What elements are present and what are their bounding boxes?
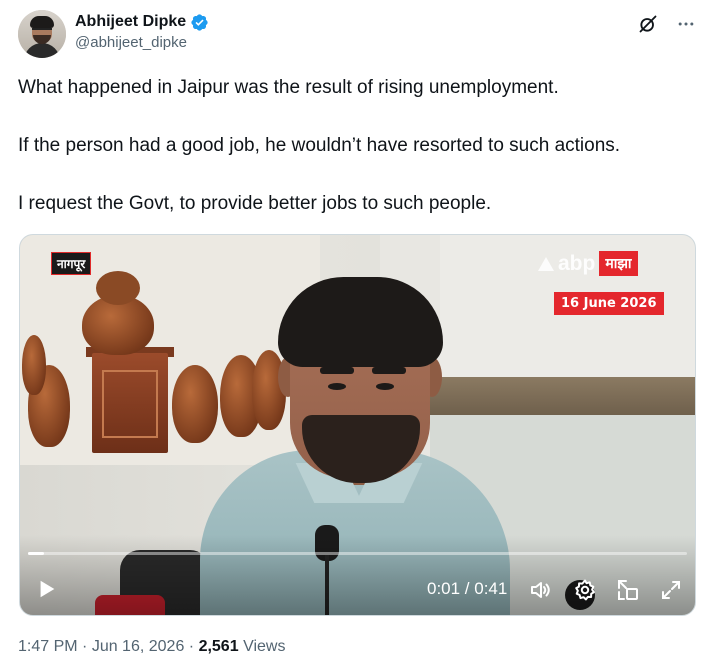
author-block: Abhijeet Dipke @abhijeet_dipke	[75, 11, 209, 51]
tweet-time[interactable]: 1:47 PM	[18, 638, 78, 655]
verified-badge-icon[interactable]	[190, 13, 209, 32]
video-player[interactable]: नागपूर abp माझा 16 June 2026 0:01 / 0:41	[19, 234, 696, 616]
views-count: 2,561	[198, 638, 239, 655]
tweet-meta: 1:47 PM · Jun 16, 2026 · 2,561 Views	[18, 638, 285, 656]
fullscreen-icon[interactable]	[659, 578, 683, 602]
video-progress-fill	[28, 552, 44, 555]
tweet-text: What happened in Jaipur was the result o…	[18, 76, 698, 216]
views-label: Views	[243, 638, 286, 655]
location-overlay: नागपूर	[51, 252, 92, 275]
tweet-paragraph: What happened in Jaipur was the result o…	[18, 77, 559, 98]
avatar[interactable]	[18, 10, 66, 58]
tweet-paragraph: I request the Govt, to provide better jo…	[18, 193, 492, 214]
grok-icon[interactable]	[638, 14, 658, 34]
date-overlay: 16 June 2026	[554, 292, 664, 315]
settings-gear-icon[interactable]	[573, 578, 597, 602]
channel-logo: abp माझा	[538, 251, 638, 276]
volume-icon[interactable]	[528, 578, 552, 602]
author-handle[interactable]: @abhijeet_dipke	[75, 34, 209, 51]
video-time-display: 0:01 / 0:41	[427, 579, 508, 598]
channel-logo-text: abp	[558, 251, 596, 275]
meta-separator: ·	[77, 638, 92, 655]
tweet-paragraph: If the person had a good job, he wouldn’…	[18, 135, 621, 156]
pip-icon[interactable]	[616, 578, 640, 602]
channel-badge: माझा	[599, 251, 638, 276]
meta-separator: ·	[184, 638, 199, 655]
more-icon[interactable]	[676, 14, 696, 34]
tweet-header: Abhijeet Dipke @abhijeet_dipke	[18, 10, 698, 58]
author-display-name[interactable]: Abhijeet Dipke	[75, 13, 186, 31]
video-progress-bar[interactable]	[28, 552, 687, 555]
tweet-date[interactable]: Jun 16, 2026	[92, 638, 185, 655]
abp-logo-icon	[538, 256, 554, 271]
play-icon[interactable]	[36, 578, 58, 600]
